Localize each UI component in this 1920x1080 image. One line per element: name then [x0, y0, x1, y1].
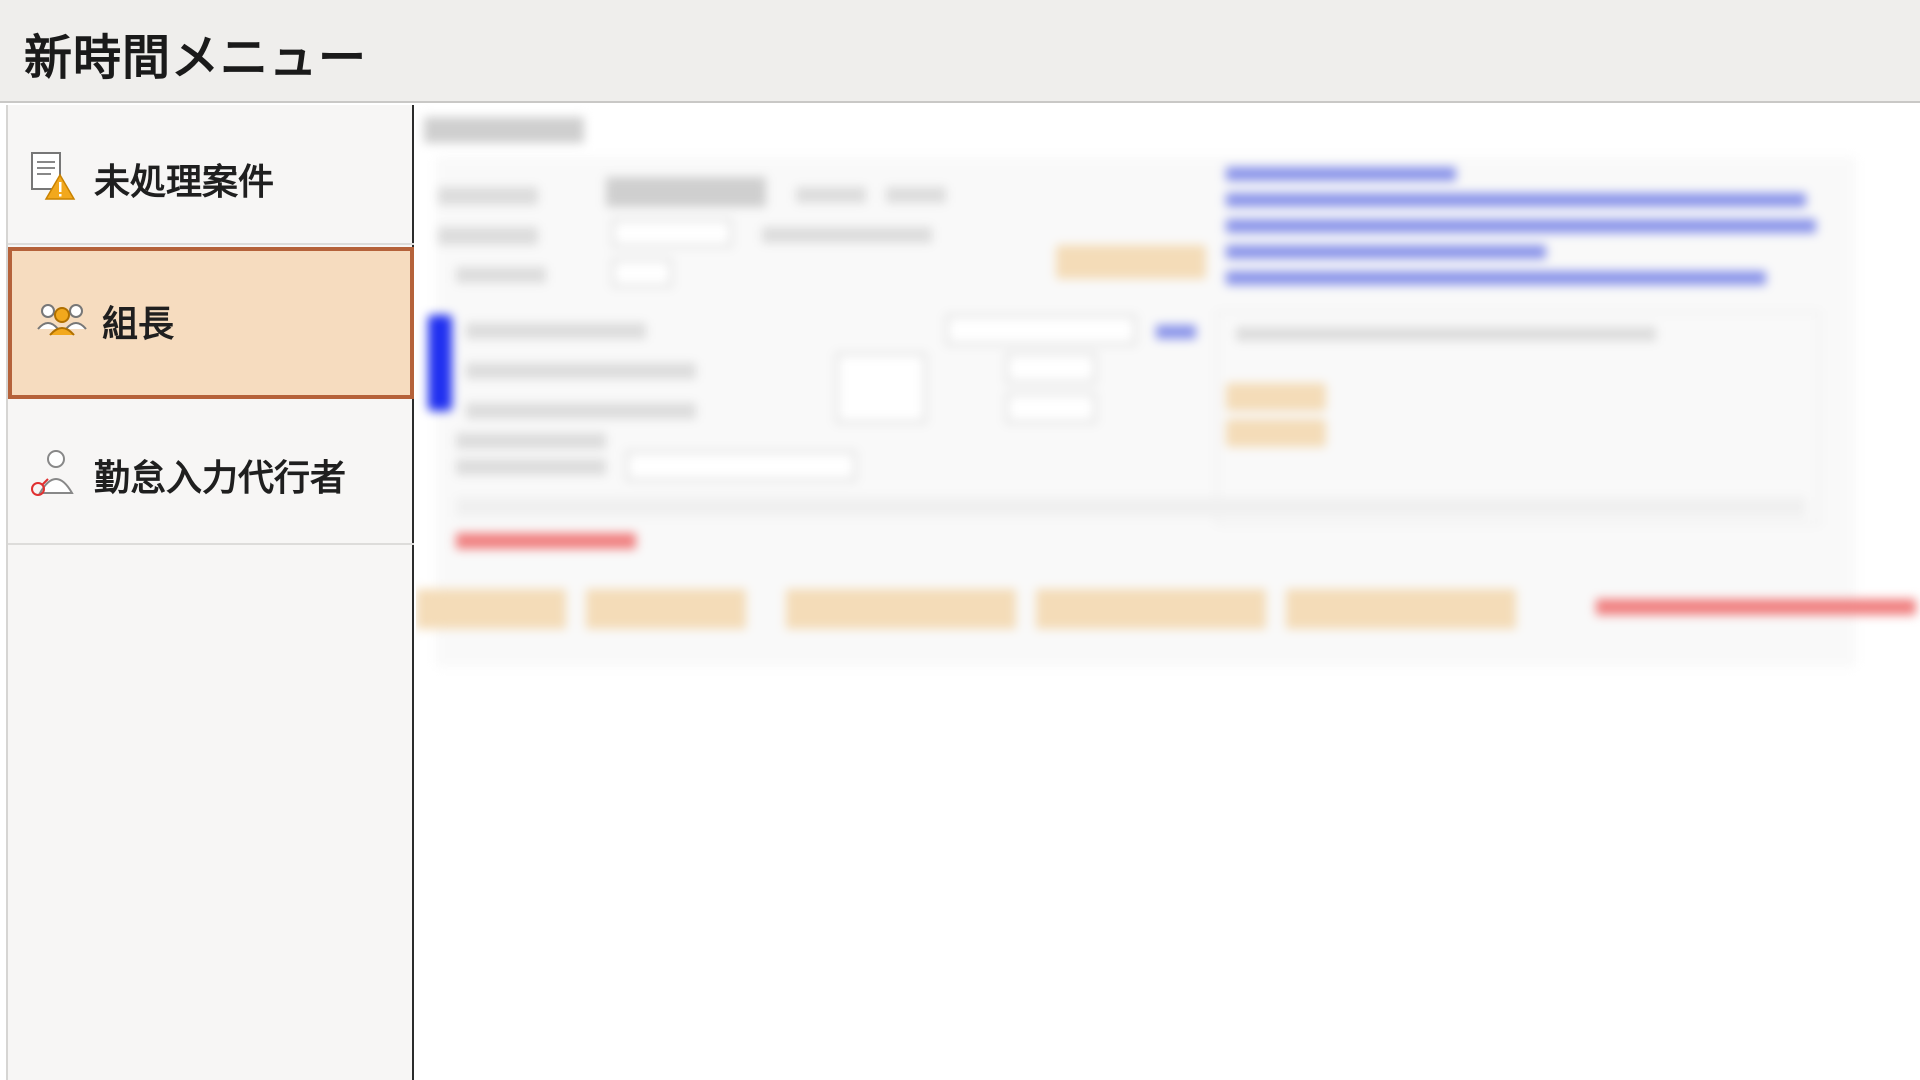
blurred-content-area: [416, 105, 1920, 667]
blurred-tab[interactable]: [416, 589, 566, 629]
blurred-tab[interactable]: [786, 589, 1016, 629]
blurred-indicator: [428, 315, 452, 411]
blurred-label: [1236, 327, 1656, 341]
blurred-input[interactable]: [1006, 353, 1096, 383]
blurred-label: [886, 187, 946, 203]
blurred-tab[interactable]: [1036, 589, 1266, 629]
blurred-input[interactable]: [1006, 393, 1096, 423]
blurred-alert-text: [1596, 599, 1916, 615]
blurred-link[interactable]: [1226, 193, 1806, 207]
blurred-select[interactable]: [626, 451, 856, 481]
blurred-button[interactable]: [1226, 419, 1326, 447]
blurred-label: [456, 433, 606, 449]
blurred-link[interactable]: [1226, 271, 1766, 285]
blurred-divider: [456, 497, 1806, 517]
blurred-select[interactable]: [946, 315, 1136, 345]
blurred-label: [456, 267, 546, 283]
sidebar-item-group-leader[interactable]: 組長: [8, 247, 414, 399]
blurred-input[interactable]: [836, 353, 926, 423]
app-header: 新時間メニュー: [0, 0, 1920, 103]
sidebar-menu: 未処理案件 組長 勤怠入力代行者: [6, 105, 414, 1080]
sidebar-item-pending-cases[interactable]: 未処理案件: [8, 105, 414, 245]
sidebar-item-label: 未処理案件: [94, 162, 275, 203]
blurred-label: [796, 187, 866, 203]
blurred-link[interactable]: [1226, 245, 1546, 259]
blurred-alert-text: [456, 533, 636, 549]
blurred-heading: [424, 117, 584, 143]
blurred-label: [466, 363, 696, 379]
blurred-select[interactable]: [606, 177, 766, 207]
sidebar-item-label: 組長: [102, 304, 175, 345]
blurred-label: [466, 403, 696, 419]
main-content: [416, 105, 1920, 1080]
blurred-label: [456, 459, 606, 475]
blurred-link[interactable]: [1226, 219, 1816, 233]
document-warning-icon: [26, 149, 82, 205]
blurred-label: [438, 187, 538, 205]
blurred-label: [762, 227, 932, 243]
blurred-button[interactable]: [1056, 245, 1206, 279]
sidebar-item-attendance-proxy[interactable]: 勤怠入力代行者: [8, 401, 414, 545]
sidebar-item-label: 勤怠入力代行者: [94, 458, 347, 499]
blurred-link[interactable]: [1156, 325, 1196, 339]
blurred-label: [438, 227, 538, 245]
user-proxy-icon: [26, 445, 82, 501]
blurred-input[interactable]: [612, 219, 732, 247]
app-title: 新時間メニュー: [24, 30, 368, 86]
blurred-tab[interactable]: [586, 589, 746, 629]
blurred-button[interactable]: [1226, 383, 1326, 411]
blurred-label: [466, 323, 646, 339]
blurred-notice-box: [1216, 311, 1820, 525]
blurred-link[interactable]: [1226, 167, 1456, 181]
blurred-tab[interactable]: [1286, 589, 1516, 629]
blurred-input[interactable]: [612, 259, 672, 287]
group-people-icon: [34, 291, 90, 347]
